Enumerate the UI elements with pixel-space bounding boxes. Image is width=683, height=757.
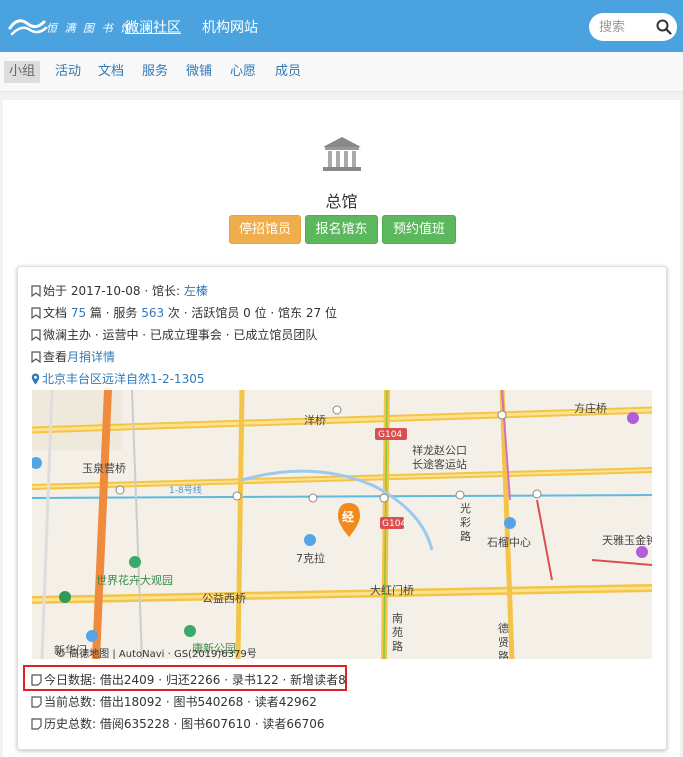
- subnav-item-documents[interactable]: 文档: [98, 61, 124, 83]
- stats-line: 文档 75 篇 · 服务 563 次 · 活跃馆员 0 位 · 馆东 27 位: [31, 304, 337, 322]
- sub-navigation: 小组 活动 文档 服务 微铺 心愿 成员: [0, 52, 683, 92]
- bookmark-icon: [31, 329, 41, 341]
- recruitment-closed-button[interactable]: 停招馆员: [229, 215, 301, 244]
- map-label: 玉泉营桥: [82, 461, 126, 475]
- map-attribution: © 高德地图 | AutoNavi · GS(2019)6379号: [56, 647, 257, 659]
- logo-text: 恒 满 图 书 馆: [46, 22, 133, 35]
- map-label: 路: [498, 650, 509, 659]
- map-label: 石榴中心: [487, 535, 531, 549]
- founded-line: 始于 2017-10-08 · 馆长: 左榛: [31, 282, 208, 300]
- founded-text: 始于 2017-10-08 · 馆长:: [43, 284, 184, 298]
- location-map[interactable]: 洋桥 方庄桥 G104 祥龙赵公口 长途客运站 玉泉营桥 1-8号线 光 彩 路…: [32, 390, 652, 659]
- top-navbar: 恒 满 图 书 馆 微澜社区 机构网站: [0, 0, 683, 52]
- services-count-link[interactable]: 563: [141, 306, 164, 320]
- address-link[interactable]: 北京丰台区远洋自然1-2-1305: [42, 372, 204, 386]
- docs-label: 文档: [43, 306, 71, 320]
- status-line: 微澜主办 · 运营中 · 已成立理事会 · 已成立馆员团队: [31, 326, 317, 344]
- current-stats-text: 当前总数: 借出18092 · 图书540268 · 读者42962: [44, 695, 317, 709]
- map-label: G104: [378, 430, 402, 440]
- map-label: 德: [498, 621, 509, 635]
- services-label: 篇 · 服务: [86, 306, 142, 320]
- map-label: 经: [342, 509, 354, 524]
- subnav-item-members[interactable]: 成员: [275, 61, 301, 83]
- bookmark-icon: [31, 307, 41, 319]
- director-link[interactable]: 左榛: [184, 284, 208, 298]
- map-label: 长途客运站: [412, 457, 467, 471]
- map-label: 贤: [498, 636, 509, 649]
- map-label: 世界花卉大观园: [96, 573, 173, 587]
- map-label: 天雅玉金钟: [602, 533, 652, 547]
- address-line: 北京丰台区远洋自然1-2-1305: [31, 370, 204, 388]
- subnav-item-shop[interactable]: 微铺: [186, 61, 212, 83]
- bookmark-icon: [31, 351, 41, 363]
- status-text: 微澜主办 · 运营中 · 已成立理事会 · 已成立馆员团队: [43, 328, 318, 342]
- monthly-donation-link[interactable]: 月捐详情: [67, 350, 115, 364]
- history-stats-text: 历史总数: 借阅635228 · 图书607610 · 读者66706: [44, 717, 325, 731]
- sign-up-sponsor-button[interactable]: 报名馆东: [305, 215, 378, 244]
- subnav-item-activities[interactable]: 活动: [55, 61, 81, 83]
- search-input[interactable]: [599, 18, 649, 36]
- members-summary: 次 · 活跃馆员 0 位 · 馆东 27 位: [164, 306, 337, 320]
- map-label: 南: [392, 612, 403, 625]
- nav-link-org-site[interactable]: 机构网站: [202, 17, 258, 37]
- donation-prefix: 查看: [43, 350, 68, 364]
- map-label: 光: [460, 501, 471, 515]
- book-shift-button[interactable]: 预约值班: [382, 215, 456, 244]
- map-label: 大红门桥: [370, 583, 414, 597]
- map-label: 路: [392, 640, 403, 653]
- map-label: 洋桥: [304, 413, 326, 427]
- map-marker-icon: [31, 373, 40, 385]
- library-building-icon: [323, 137, 361, 171]
- bookmark-icon: [31, 285, 41, 297]
- subnav-item-groups[interactable]: 小组: [4, 61, 41, 83]
- subnav-item-services[interactable]: 服务: [142, 61, 168, 83]
- note-icon: [31, 696, 42, 708]
- history-stats-line: 历史总数: 借阅635228 · 图书607610 · 读者66706: [31, 715, 325, 733]
- library-name: 总馆: [325, 192, 358, 211]
- map-label: 苑: [392, 626, 403, 639]
- nav-link-community[interactable]: 微澜社区: [125, 17, 181, 37]
- current-stats-line: 当前总数: 借出18092 · 图书540268 · 读者42962: [31, 693, 317, 711]
- donation-line: 查看月捐详情: [31, 348, 115, 366]
- map-label: 7克拉: [296, 551, 325, 565]
- map-label: 彩: [460, 516, 471, 529]
- map-label: 方庄桥: [574, 401, 607, 415]
- map-label: G104: [382, 519, 406, 529]
- docs-count-link[interactable]: 75: [71, 306, 86, 320]
- subnav-item-wishes[interactable]: 心愿: [230, 61, 256, 83]
- map-label: 路: [460, 530, 471, 543]
- map-canvas[interactable]: 洋桥 方庄桥 G104 祥龙赵公口 长途客运站 玉泉营桥 1-8号线 光 彩 路…: [32, 390, 652, 659]
- highlight-box: [23, 665, 347, 691]
- map-label: 祥龙赵公口: [412, 443, 467, 457]
- note-icon: [31, 718, 42, 730]
- search-box: [589, 13, 677, 41]
- map-label: 公益西桥: [202, 591, 246, 605]
- map-label: 1-8号线: [169, 484, 202, 496]
- search-icon[interactable]: [655, 18, 673, 36]
